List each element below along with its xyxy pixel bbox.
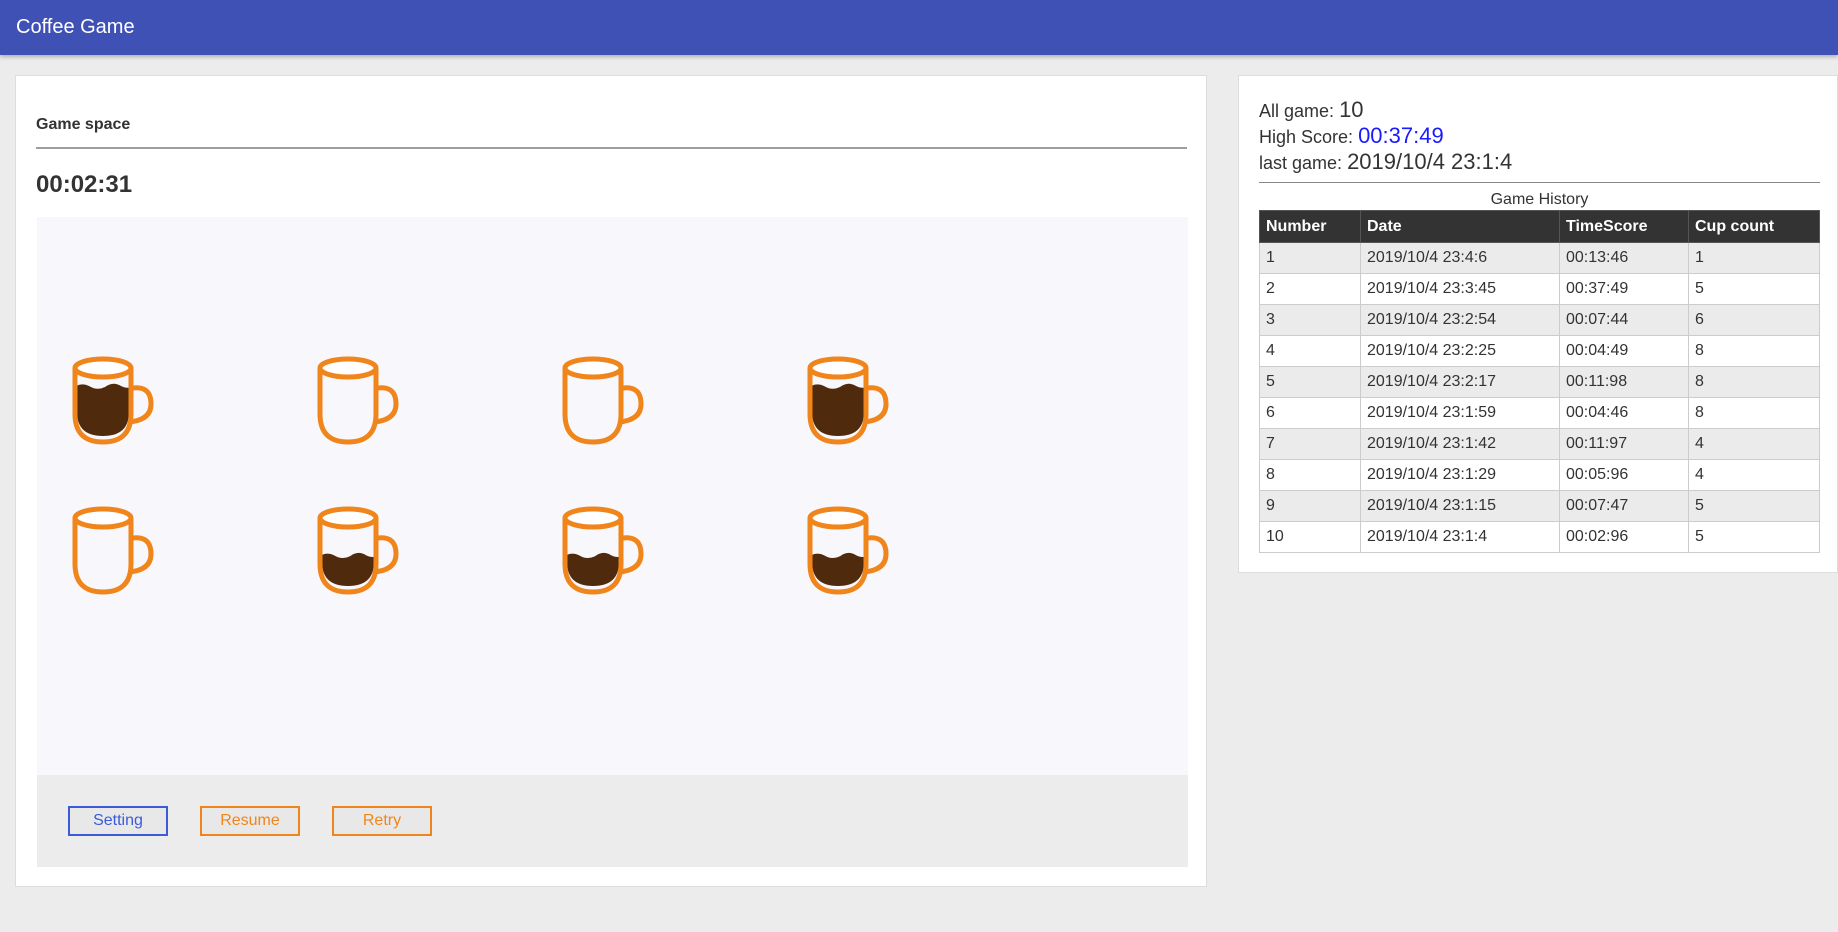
- table-cell: 6: [1259, 397, 1361, 429]
- table-cell: 00:07:44: [1559, 304, 1689, 336]
- last-game-stat: last game: 2019/10/4 23:1:4: [1259, 149, 1512, 175]
- table-cell: 2019/10/4 23:1:15: [1360, 490, 1560, 522]
- table-row: 9 2019/10/4 23:1:15 00:07:47 5: [1259, 490, 1820, 522]
- table-cell: 8: [1259, 459, 1361, 491]
- table-cell: 2019/10/4 23:3:45: [1360, 273, 1560, 305]
- table-cell: 9: [1259, 490, 1361, 522]
- table-cell: 2019/10/4 23:1:4: [1360, 521, 1560, 553]
- table-cell: 00:04:46: [1559, 397, 1689, 429]
- coffee-cup[interactable]: [557, 352, 647, 447]
- all-game-stat: All game: 10: [1259, 97, 1364, 123]
- table-cell: 2019/10/4 23:4:6: [1360, 242, 1560, 274]
- table-cell: 00:37:49: [1559, 273, 1689, 305]
- table-cell: 2019/10/4 23:2:25: [1360, 335, 1560, 367]
- table-cell: 2019/10/4 23:1:59: [1360, 397, 1560, 429]
- table-cell: 00:04:49: [1559, 335, 1689, 367]
- table-cell: 8: [1688, 397, 1820, 429]
- game-timer: 00:02:31: [36, 171, 133, 198]
- table-row: 5 2019/10/4 23:2:17 00:11:98 8: [1259, 366, 1820, 398]
- stats-panel: All game: 10 High Score: 00:37:49 last g…: [1238, 75, 1838, 573]
- coffee-cup[interactable]: [557, 502, 647, 597]
- table-cell: 8: [1688, 335, 1820, 367]
- table-cell: 4: [1688, 459, 1820, 491]
- table-cell: 4: [1688, 428, 1820, 460]
- coffee-cup[interactable]: [802, 352, 892, 447]
- table-cell: 00:11:97: [1559, 428, 1689, 460]
- table-cell: 5: [1259, 366, 1361, 398]
- cup-icon: [807, 356, 889, 445]
- stats-divider: [1259, 182, 1820, 183]
- coffee-cup[interactable]: [67, 502, 157, 597]
- table-row: 3 2019/10/4 23:2:54 00:07:44 6: [1259, 304, 1820, 336]
- cup-icon: [72, 506, 154, 595]
- game-panel: Game space 00:02:31 Setting Resume Retry: [15, 75, 1207, 887]
- cup-icon: [317, 356, 399, 445]
- table-cell: 2019/10/4 23:2:54: [1360, 304, 1560, 336]
- table-cell: 5: [1688, 521, 1820, 553]
- table-cell: 5: [1688, 490, 1820, 522]
- coffee-cup[interactable]: [312, 502, 402, 597]
- all-game-label: All game:: [1259, 101, 1335, 121]
- table-cell: 2019/10/4 23:1:42: [1360, 428, 1560, 460]
- table-cell: 10: [1259, 521, 1361, 553]
- app-title: Coffee Game: [16, 16, 135, 38]
- history-caption: Game History: [1490, 191, 1589, 208]
- control-bar: Setting Resume Retry: [37, 775, 1188, 867]
- column-header: TimeScore: [1559, 210, 1689, 243]
- history-body: 1 2019/10/4 23:4:6 00:13:46 1 2 2019/10/4 23:…: [1259, 242, 1820, 553]
- resume-button[interactable]: Resume: [200, 806, 300, 836]
- history-header-row: Number Date TimeScore Cup count: [1259, 210, 1820, 243]
- cup-icon: [562, 356, 644, 445]
- high-score-stat: High Score: 00:37:49: [1259, 123, 1444, 149]
- setting-button[interactable]: Setting: [68, 806, 168, 836]
- table-row: 2 2019/10/4 23:3:45 00:37:49 5: [1259, 273, 1820, 305]
- table-row: 4 2019/10/4 23:2:25 00:04:49 8: [1259, 335, 1820, 367]
- column-header: Number: [1259, 210, 1361, 243]
- column-header: Cup count: [1688, 210, 1820, 243]
- coffee-cup[interactable]: [802, 502, 892, 597]
- table-cell: 4: [1259, 335, 1361, 367]
- table-cell: 00:13:46: [1559, 242, 1689, 274]
- table-cell: 2: [1259, 273, 1361, 305]
- table-row: 6 2019/10/4 23:1:59 00:04:46 8: [1259, 397, 1820, 429]
- high-score-value: 00:37:49: [1358, 123, 1444, 148]
- retry-button[interactable]: Retry: [332, 806, 432, 836]
- table-row: 1 2019/10/4 23:4:6 00:13:46 1: [1259, 242, 1820, 274]
- cup-icon: [807, 506, 889, 595]
- cup-icon: [317, 506, 399, 595]
- table-row: 7 2019/10/4 23:1:42 00:11:97 4: [1259, 428, 1820, 460]
- high-score-label: High Score:: [1259, 127, 1354, 147]
- coffee-cup[interactable]: [67, 352, 157, 447]
- table-cell: 7: [1259, 428, 1361, 460]
- column-header: Date: [1360, 210, 1560, 243]
- history-table: Number Date TimeScore Cup count 1 2019/10…: [1259, 210, 1820, 553]
- last-game-value: 2019/10/4 23:1:4: [1347, 149, 1513, 174]
- coffee-cup[interactable]: [312, 352, 402, 447]
- table-cell: 1: [1259, 242, 1361, 274]
- table-cell: 8: [1688, 366, 1820, 398]
- game-divider: [36, 147, 1187, 149]
- table-cell: 00:07:47: [1559, 490, 1689, 522]
- game-board: [37, 217, 1188, 775]
- table-cell: 5: [1688, 273, 1820, 305]
- cup-icon: [562, 506, 644, 595]
- all-game-value: 10: [1339, 97, 1364, 122]
- table-row: 8 2019/10/4 23:1:29 00:05:96 4: [1259, 459, 1820, 491]
- table-cell: 3: [1259, 304, 1361, 336]
- table-cell: 2019/10/4 23:1:29: [1360, 459, 1560, 491]
- table-cell: 6: [1688, 304, 1820, 336]
- app-bar: Coffee Game: [0, 0, 1838, 55]
- last-game-label: last game:: [1259, 153, 1343, 173]
- game-space-heading: Game space: [36, 116, 131, 133]
- table-row: 10 2019/10/4 23:1:4 00:02:96 5: [1259, 521, 1820, 553]
- table-cell: 00:05:96: [1559, 459, 1689, 491]
- table-cell: 2019/10/4 23:2:17: [1360, 366, 1560, 398]
- cup-icon: [72, 356, 154, 445]
- table-cell: 1: [1688, 242, 1820, 274]
- table-cell: 00:11:98: [1559, 366, 1689, 398]
- table-cell: 00:02:96: [1559, 521, 1689, 553]
